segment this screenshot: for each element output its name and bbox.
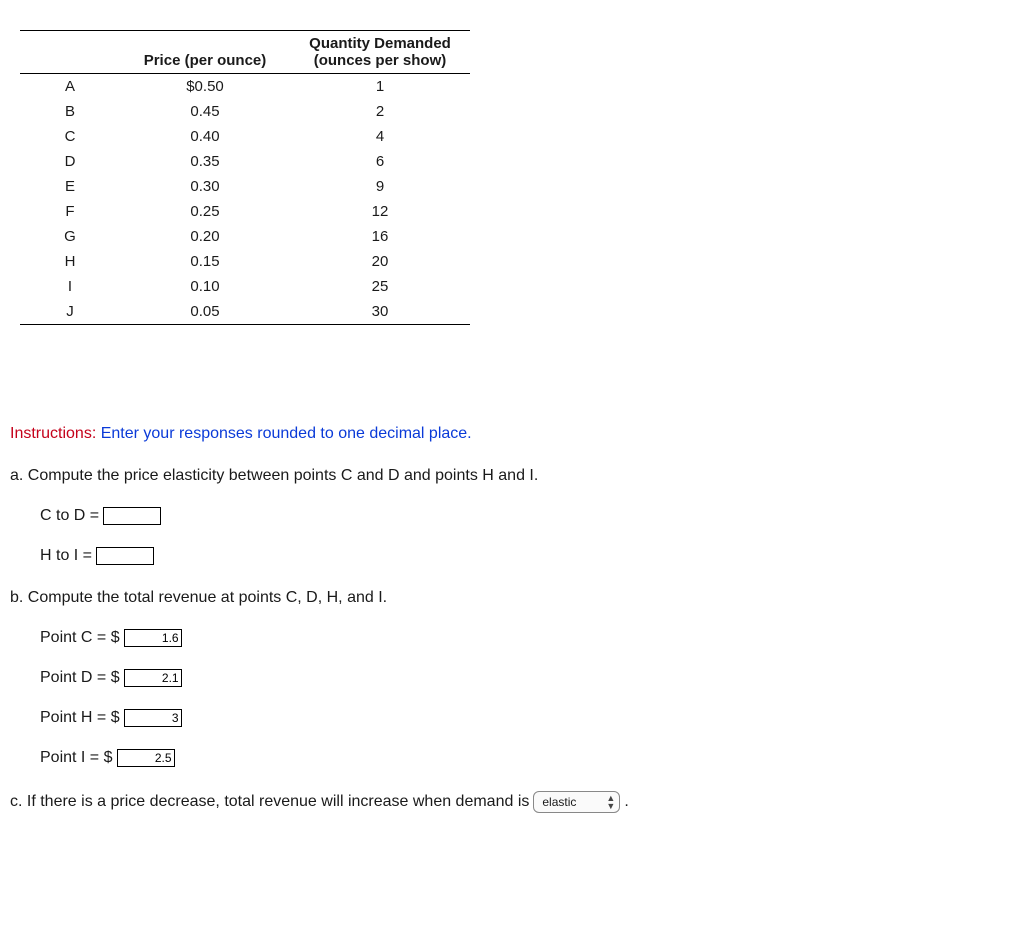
row-qty: 16 — [290, 224, 470, 249]
table-row: J0.0530 — [20, 299, 470, 325]
row-label: F — [20, 199, 120, 224]
answer-input[interactable] — [124, 709, 182, 727]
table-header-price: Price (per ounce) — [120, 31, 290, 74]
answer-input[interactable] — [103, 507, 161, 525]
table-row: C0.404 — [20, 124, 470, 149]
row-price: 0.45 — [120, 99, 290, 124]
row-label: A — [20, 74, 120, 100]
row-qty: 12 — [290, 199, 470, 224]
table-row: H0.1520 — [20, 249, 470, 274]
row-qty: 1 — [290, 74, 470, 100]
question-b-text: b. Compute the total revenue at points C… — [10, 589, 1014, 607]
row-price: 0.25 — [120, 199, 290, 224]
answer-line: Point I = $ — [40, 749, 1014, 767]
demand-table: Price (per ounce) Quantity Demanded (oun… — [20, 30, 470, 325]
answer-label: C to D = — [40, 507, 99, 525]
answer-line: H to I = — [40, 547, 1014, 565]
answer-input[interactable] — [117, 749, 175, 767]
row-price: 0.20 — [120, 224, 290, 249]
row-price: 0.05 — [120, 299, 290, 325]
answer-line: Point D = $ — [40, 669, 1014, 687]
row-price: 0.10 — [120, 274, 290, 299]
answer-input[interactable] — [96, 547, 154, 565]
row-label: I — [20, 274, 120, 299]
answer-label: H to I = — [40, 547, 92, 565]
answer-line: Point H = $ — [40, 709, 1014, 727]
table-row: I0.1025 — [20, 274, 470, 299]
question-a-text: a. Compute the price elasticity between … — [10, 467, 1014, 485]
row-label: H — [20, 249, 120, 274]
select-value: elastic — [542, 795, 576, 809]
row-price: 0.15 — [120, 249, 290, 274]
row-label: D — [20, 149, 120, 174]
row-label: E — [20, 174, 120, 199]
select-arrows-icon: ▲▼ — [606, 794, 615, 810]
row-label: G — [20, 224, 120, 249]
table-row: D0.356 — [20, 149, 470, 174]
instructions-label: Instructions: — [10, 425, 96, 442]
elasticity-select[interactable]: elastic ▲▼ — [533, 791, 620, 813]
row-label: C — [20, 124, 120, 149]
row-price: 0.40 — [120, 124, 290, 149]
row-price: 0.30 — [120, 174, 290, 199]
answer-line: C to D = — [40, 507, 1014, 525]
row-qty: 6 — [290, 149, 470, 174]
row-qty: 2 — [290, 99, 470, 124]
table-row: A$0.501 — [20, 74, 470, 100]
table-row: E0.309 — [20, 174, 470, 199]
answer-line: Point C = $ — [40, 629, 1014, 647]
answer-label: Point I = $ — [40, 749, 113, 767]
question-c-after: . — [624, 793, 628, 811]
answer-label: Point D = $ — [40, 669, 120, 687]
answer-label: Point H = $ — [40, 709, 120, 727]
table-row: F0.2512 — [20, 199, 470, 224]
row-qty: 9 — [290, 174, 470, 199]
row-label: J — [20, 299, 120, 325]
row-price: 0.35 — [120, 149, 290, 174]
question-c-line: c. If there is a price decrease, total r… — [10, 791, 1014, 813]
table-row: G0.2016 — [20, 224, 470, 249]
row-qty: 30 — [290, 299, 470, 325]
instructions-text: Enter your responses rounded to one deci… — [101, 425, 472, 442]
table-header-blank — [20, 31, 120, 74]
row-qty: 4 — [290, 124, 470, 149]
answer-input[interactable] — [124, 669, 182, 687]
instructions-line: Instructions: Enter your responses round… — [10, 425, 1014, 443]
row-qty: 20 — [290, 249, 470, 274]
answer-input[interactable] — [124, 629, 182, 647]
row-price: $0.50 — [120, 74, 290, 100]
answer-label: Point C = $ — [40, 629, 120, 647]
question-c-before: c. If there is a price decrease, total r… — [10, 793, 529, 811]
table-row: B0.452 — [20, 99, 470, 124]
table-header-qty: Quantity Demanded (ounces per show) — [290, 31, 470, 74]
row-label: B — [20, 99, 120, 124]
row-qty: 25 — [290, 274, 470, 299]
